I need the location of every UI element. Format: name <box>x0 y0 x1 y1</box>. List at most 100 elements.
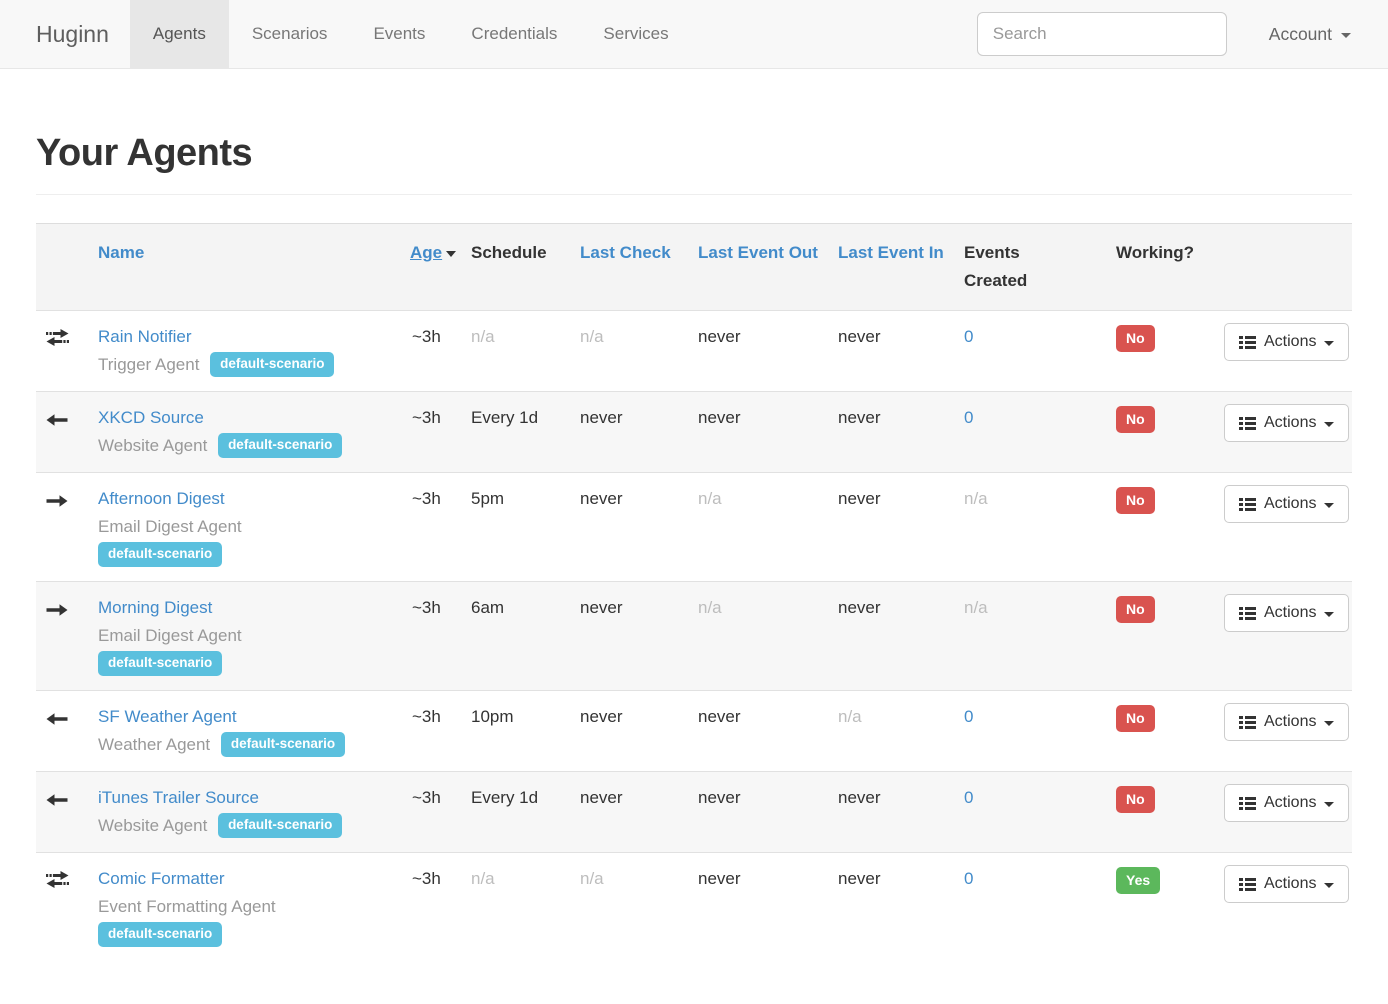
sort-by-last-event-out-header[interactable]: Last Event Out <box>698 243 818 262</box>
age-cell: ~3h <box>404 772 463 853</box>
agent-name-link[interactable]: Rain Notifier <box>98 327 192 346</box>
scenario-badge[interactable]: default-scenario <box>98 651 222 676</box>
schedule-cell: 6am <box>463 582 572 691</box>
list-icon <box>1239 497 1256 512</box>
list-icon <box>1239 877 1256 892</box>
last-check-cell: never <box>572 582 690 691</box>
arrow-left-icon <box>45 412 69 428</box>
scenario-badge[interactable]: default-scenario <box>218 813 342 838</box>
table-row: Afternoon Digest Email Digest Agent defa… <box>36 473 1352 582</box>
last-event-out-cell: n/a <box>690 582 830 691</box>
agent-name-link[interactable]: Morning Digest <box>98 598 212 617</box>
actions-column-header <box>1216 224 1352 311</box>
account-menu[interactable]: Account <box>1227 24 1388 45</box>
actions-dropdown-button[interactable]: Actions <box>1224 485 1349 523</box>
events-created-link[interactable]: 0 <box>964 707 973 726</box>
sort-desc-caret-icon <box>446 251 456 257</box>
age-cell: ~3h <box>404 311 463 392</box>
actions-dropdown-button[interactable]: Actions <box>1224 865 1349 903</box>
scenario-badge[interactable]: default-scenario <box>98 542 222 567</box>
agent-name-link[interactable]: Afternoon Digest <box>98 489 225 508</box>
nav-item-scenarios[interactable]: Scenarios <box>229 0 351 68</box>
nav-item-credentials[interactable]: Credentials <box>448 0 580 68</box>
agent-name-link[interactable]: XKCD Source <box>98 408 204 427</box>
last-check-cell: n/a <box>572 853 690 962</box>
transfer-icon <box>45 328 70 347</box>
table-row: Morning Digest Email Digest Agent defaul… <box>36 582 1352 691</box>
events-created-link[interactable]: 0 <box>964 408 973 427</box>
agent-direction-cell <box>36 691 90 772</box>
agent-type-label: Event Formatting Agent <box>98 897 276 916</box>
actions-label: Actions <box>1264 713 1316 731</box>
chevron-down-icon <box>1324 802 1334 807</box>
chevron-down-icon <box>1324 503 1334 508</box>
last-event-in-cell: never <box>830 392 956 473</box>
navbar: Huginn Agents Scenarios Events Credentia… <box>0 0 1388 69</box>
chevron-down-icon <box>1324 883 1334 888</box>
working-status-badge: No <box>1116 705 1155 732</box>
agent-name-link[interactable]: iTunes Trailer Source <box>98 788 259 807</box>
arrow-left-icon <box>45 711 69 727</box>
main-nav: Agents Scenarios Events Credentials Serv… <box>130 0 692 68</box>
actions-dropdown-button[interactable]: Actions <box>1224 323 1349 361</box>
sort-by-last-check-header[interactable]: Last Check <box>580 243 671 262</box>
last-event-in-cell: never <box>830 853 956 962</box>
last-check-cell: never <box>572 473 690 582</box>
scenario-badge[interactable]: default-scenario <box>218 433 342 458</box>
events-created-link[interactable]: 0 <box>964 869 973 888</box>
nav-item-services[interactable]: Services <box>580 0 691 68</box>
agent-type-label: Weather Agent <box>98 735 210 754</box>
agent-name-link[interactable]: SF Weather Agent <box>98 707 237 726</box>
scenario-badge[interactable]: default-scenario <box>221 732 345 757</box>
schedule-cell: 5pm <box>463 473 572 582</box>
working-status-badge: No <box>1116 786 1155 813</box>
agent-direction-cell <box>36 772 90 853</box>
list-icon <box>1239 416 1256 431</box>
scenario-badge[interactable]: default-scenario <box>98 922 222 947</box>
agent-type-label: Website Agent <box>98 436 207 455</box>
last-check-cell: n/a <box>572 311 690 392</box>
last-event-in-cell: n/a <box>830 691 956 772</box>
last-check-cell: never <box>572 772 690 853</box>
agent-direction-cell <box>36 473 90 582</box>
actions-dropdown-button[interactable]: Actions <box>1224 404 1349 442</box>
table-row: SF Weather Agent Weather Agent default-s… <box>36 691 1352 772</box>
search-input[interactable] <box>977 12 1227 56</box>
sort-by-age-header[interactable]: Age <box>410 243 442 262</box>
schedule-cell: Every 1d <box>463 392 572 473</box>
last-event-out-cell: never <box>690 311 830 392</box>
age-cell: ~3h <box>404 582 463 691</box>
events-created-link[interactable]: 0 <box>964 788 973 807</box>
scenario-badge[interactable]: default-scenario <box>210 352 334 377</box>
sort-by-name-header[interactable]: Name <box>98 243 144 262</box>
actions-dropdown-button[interactable]: Actions <box>1224 594 1349 632</box>
table-header-row: Name Age Schedule Last Check Last Event … <box>36 224 1352 311</box>
agent-type-label: Email Digest Agent <box>98 626 242 645</box>
account-label: Account <box>1269 24 1332 45</box>
working-status-badge: No <box>1116 325 1155 352</box>
agent-name-link[interactable]: Comic Formatter <box>98 869 225 888</box>
list-icon <box>1239 796 1256 811</box>
actions-dropdown-button[interactable]: Actions <box>1224 784 1349 822</box>
working-status-badge: No <box>1116 596 1155 623</box>
agent-direction-cell <box>36 311 90 392</box>
age-cell: ~3h <box>404 473 463 582</box>
nav-item-events[interactable]: Events <box>350 0 448 68</box>
nav-item-agents[interactable]: Agents <box>130 0 229 68</box>
events-created-header: Events Created <box>956 224 1108 311</box>
working-header: Working? <box>1108 224 1216 311</box>
last-event-in-cell: never <box>830 582 956 691</box>
chevron-down-icon <box>1324 422 1334 427</box>
working-status-badge: No <box>1116 487 1155 514</box>
events-created-link[interactable]: 0 <box>964 327 973 346</box>
actions-dropdown-button[interactable]: Actions <box>1224 703 1349 741</box>
main-content: Your Agents Name Age Schedule Last Check… <box>36 132 1352 961</box>
sort-by-last-event-in-header[interactable]: Last Event In <box>838 243 944 262</box>
table-row: Rain Notifier Trigger Agent default-scen… <box>36 311 1352 392</box>
actions-label: Actions <box>1264 794 1316 812</box>
last-check-cell: never <box>572 691 690 772</box>
events-created-cell: n/a <box>956 473 1108 582</box>
brand-link[interactable]: Huginn <box>0 0 130 68</box>
schedule-cell: Every 1d <box>463 772 572 853</box>
working-status-badge: Yes <box>1116 867 1160 894</box>
